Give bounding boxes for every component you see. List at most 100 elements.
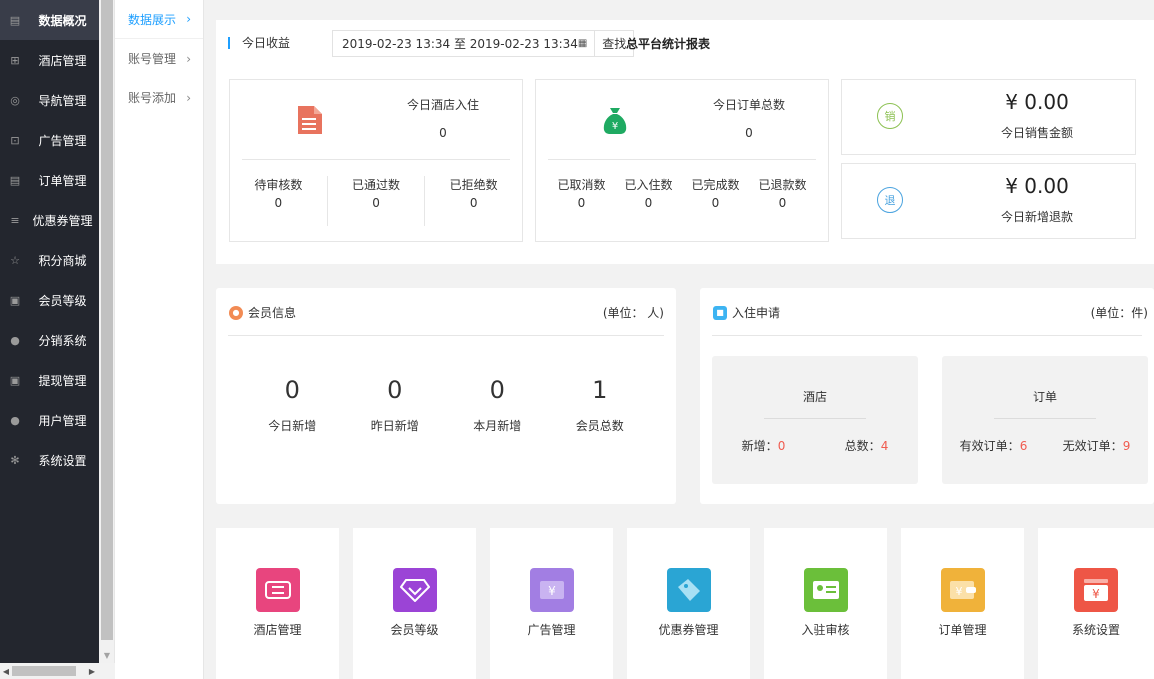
box-stats: 新增：0 总数：4 [712,437,918,454]
sidebar-item-member-level[interactable]: ▣ 会员等级 [0,280,99,320]
sidebar-item-coupons[interactable]: ≡ 优惠券管理 [0,200,99,240]
sidebar-horizontal-scrollbar[interactable]: ◀ ▶ [0,663,100,679]
today-sales-card: 销 ¥ 0.00 今日销售金额 [841,79,1136,155]
stat-value: 0 [387,376,403,404]
svg-text:¥: ¥ [612,121,618,132]
menu-icon: ≡ [10,213,20,227]
tile-label: 优惠券管理 [658,623,719,637]
substat-label: 已拒绝数 [449,178,498,192]
tile-label: 广告管理 [527,623,576,637]
list-icon: ▤ [9,173,21,187]
id-card-icon [803,568,848,612]
date-range-picker[interactable]: 2019-02-23 13:34 至 2019-02-23 13:34 ▦ 查找 [332,30,634,57]
checkin-unit: (单位：件) [1090,306,1148,320]
refund-icon: 退 [877,187,903,213]
gear-icon: ✻ [10,453,20,467]
tile-ad-management[interactable]: ¥ 广告管理 [490,528,613,679]
sidebar-item-label: 订单管理 [38,173,87,188]
panel-title-group: ● 会员信息 [229,304,296,321]
substat-rejected: 已拒绝数 0 [424,176,522,226]
sales-amount: ¥ 0.00 [1005,90,1069,114]
tile-settle-audit[interactable]: 入驻审核 [764,528,887,679]
today-refund-card: 退 ¥ 0.00 今日新增退款 [841,163,1136,239]
document-icon [298,106,322,134]
panel-header: ■ 入住申请 (单位：件) [713,304,1148,321]
box-title: 酒店 [802,390,827,404]
date-range-input[interactable]: 2019-02-23 13:34 至 2019-02-23 13:34 [333,35,578,52]
checkin-title: 入住申请 [732,306,781,320]
submenu-item-data-display[interactable]: 数据展示 › [115,0,203,39]
sidebar-item-settings[interactable]: ✻ 系统设置 [0,440,99,480]
sidebar-item-label: 广告管理 [38,133,87,148]
sidebar-item-label: 优惠券管理 [32,213,93,228]
submenu: 数据展示 › 账号管理 › 账号添加 › [115,0,204,679]
tile-coupon-management[interactable]: 优惠券管理 [627,528,750,679]
stat-month-new: 0 本月新增 [446,376,549,434]
settings-card-icon: ¥ [1074,568,1118,612]
hotel-new-stat: 新增：0 [742,437,786,454]
substat-value: 0 [778,196,787,210]
sidebar-vertical-scrollbar[interactable]: ▼ [99,0,115,663]
today-revenue-panel: 今日收益 2019-02-23 13:34 至 2019-02-23 13:34… [216,20,1154,264]
tile-order-management[interactable]: ¥ 订单管理 [901,528,1024,679]
sidebar-item-points-mall[interactable]: ☆ 积分商城 [0,240,99,280]
scroll-down-arrow-icon[interactable]: ▼ [99,647,115,663]
svg-text:¥: ¥ [1092,587,1100,601]
scrollbar-thumb[interactable] [12,666,76,676]
substat-label: 已入住数 [624,178,673,192]
divider [242,159,510,160]
substat-value: 0 [711,196,720,210]
divider [712,335,1142,336]
platform-report-title: 总平台统计报表 [626,37,711,51]
gift-icon: ⊡ [10,133,20,147]
sidebar-item-data-overview[interactable]: ▤ 数据概况 [0,0,99,40]
sidebar-item-ads[interactable]: ⊡ 广告管理 [0,120,99,160]
today-revenue-title: 今日收益 [242,36,291,50]
sidebar-item-distribution[interactable]: ● 分销系统 [0,320,99,360]
wallet-icon: ▣ [9,373,21,387]
hotel-checkin-substats: 待审核数 0 已通过数 0 已拒绝数 0 [230,176,522,226]
tile-hotel-management[interactable]: 酒店管理 [216,528,339,679]
scroll-left-arrow-icon[interactable]: ◀ [0,663,12,679]
sidebar-item-navigation[interactable]: ◎ 导航管理 [0,80,99,120]
dashboard-icon: ▤ [9,13,21,27]
member-info-panel: ● 会员信息 (单位： 人) 0 今日新增 0 昨日新增 0 本月新增 1 会员总数 [216,288,676,504]
title-accent-bar [228,36,230,49]
sidebar-item-withdraw[interactable]: ▣ 提现管理 [0,360,99,400]
hotel-checkin-value: 0 [439,126,447,140]
stat-label: 无效订单： [1062,439,1123,453]
tile-system-settings[interactable]: ¥ 系统设置 [1038,528,1154,679]
substat-label: 已退款数 [758,178,807,192]
orders-total-label: 今日订单总数 [712,98,785,112]
sidebar-item-label: 酒店管理 [38,53,87,68]
stat-value: 1 [592,376,608,404]
sidebar-item-label: 系统设置 [38,453,87,468]
hotel-total-stat: 总数：4 [845,437,889,454]
substat-value: 0 [644,196,653,210]
box-title: 订单 [1032,390,1057,404]
stat-yesterday-new: 0 昨日新增 [344,376,447,434]
sidebar-item-hotel[interactable]: ⊞ 酒店管理 [0,40,99,80]
calendar-icon[interactable]: ▦ [578,38,589,49]
scrollbar-thumb[interactable] [101,0,113,640]
submenu-item-label: 账号添加 [128,91,177,105]
substat-completed: 已完成数 0 [682,176,749,226]
submenu-item-label: 数据展示 [128,12,177,27]
submenu-item-account-add[interactable]: 账号添加 › [115,78,203,117]
application-icon: ■ [713,305,727,320]
box-stats: 有效订单：6 无效订单：9 [942,437,1148,454]
stat-label: 本月新增 [473,419,522,433]
divider [228,335,664,336]
divider [548,159,816,160]
stat-label: 会员总数 [575,419,624,433]
scroll-right-arrow-icon[interactable]: ▶ [86,663,98,679]
tile-member-level[interactable]: 会员等级 [353,528,476,679]
orders-substats: 已取消数 0 已入住数 0 已完成数 0 已退款数 0 [548,176,816,226]
star-icon: ☆ [10,253,20,267]
sidebar-item-orders[interactable]: ▤ 订单管理 [0,160,99,200]
substat-refunded: 已退款数 0 [749,176,816,226]
panel-title-group: ■ 入住申请 [713,304,780,321]
sidebar-item-label: 提现管理 [38,373,87,388]
sidebar-item-users[interactable]: ● 用户管理 [0,400,99,440]
submenu-item-account-manage[interactable]: 账号管理 › [115,39,203,78]
